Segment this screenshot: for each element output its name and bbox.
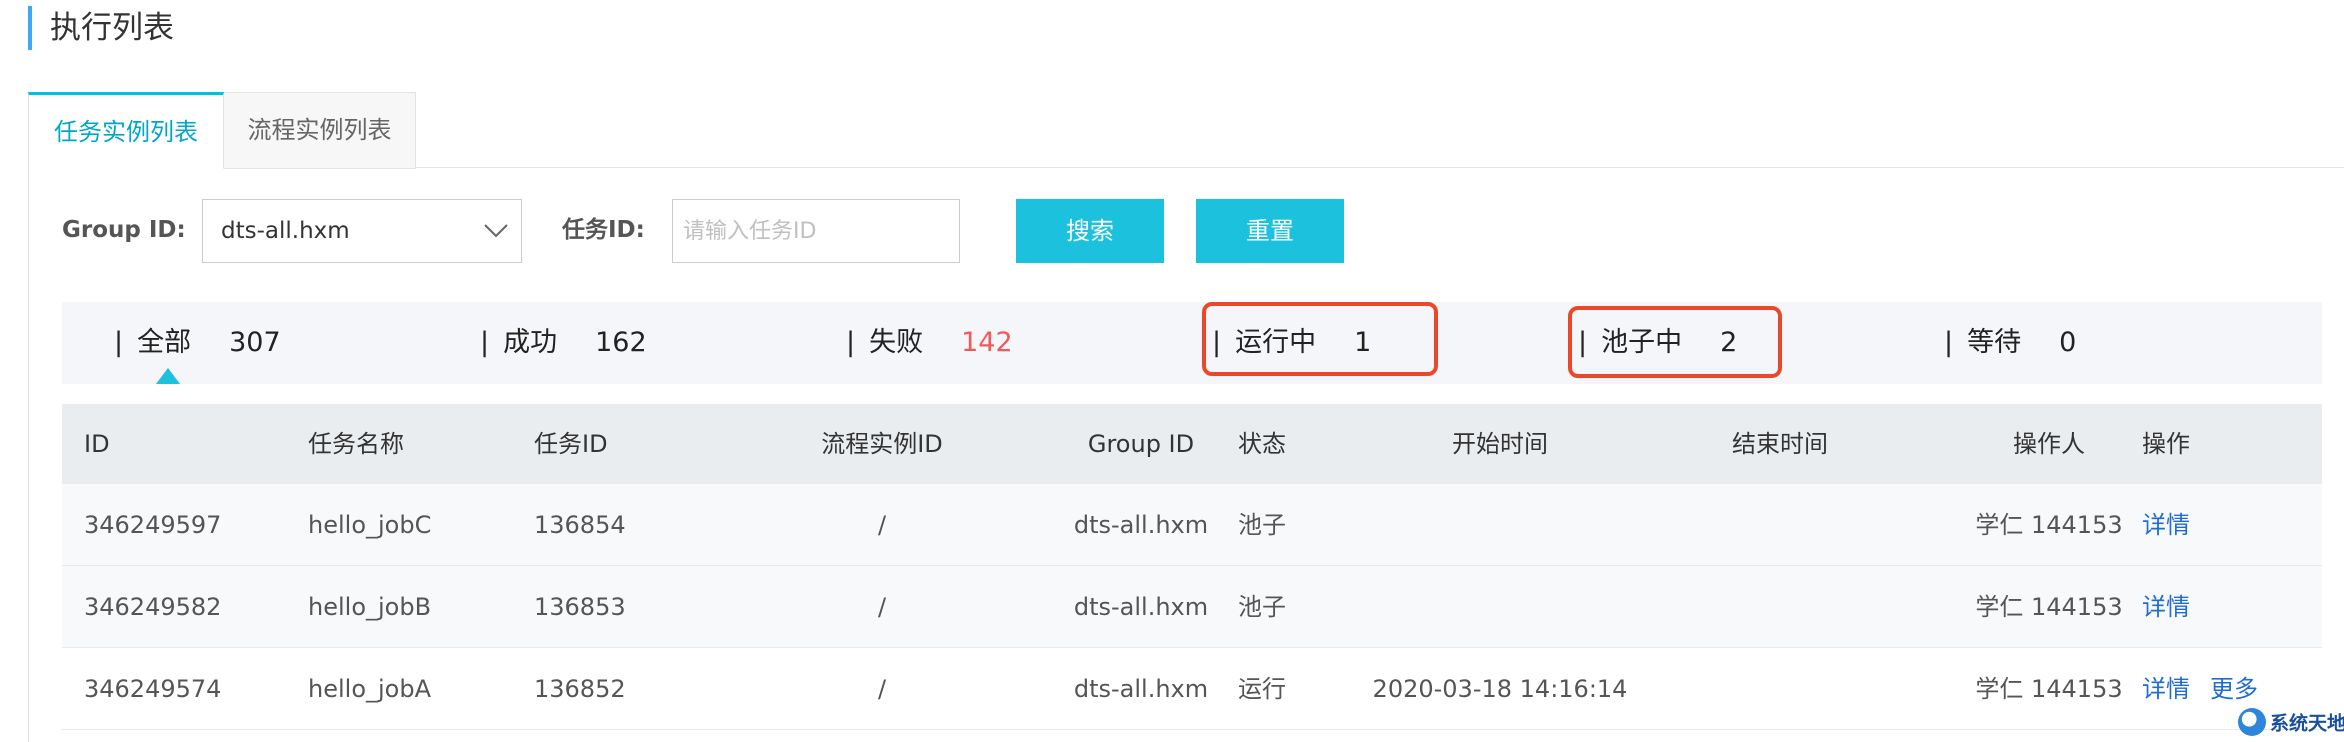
group-id-select[interactable]: dts-all.hxm xyxy=(202,199,522,263)
details-link[interactable]: 详情 xyxy=(2142,675,2190,703)
cell-task-id: 136854 xyxy=(534,511,626,539)
column-header: 流程实例ID xyxy=(821,430,943,458)
table-row: 346249582 hello_jobB 136853 / dts-all.hx… xyxy=(62,566,2322,648)
cell-flow-id: / xyxy=(877,593,887,621)
group-id-label: Group ID: xyxy=(62,217,186,243)
cell-task-id: 136852 xyxy=(534,675,626,703)
group-id-value: dts-all.hxm xyxy=(221,218,350,244)
status-count: 162 xyxy=(595,327,647,358)
status-filter-success[interactable]: | 成功 162 xyxy=(480,302,647,384)
column-header: 任务名称 xyxy=(308,430,404,458)
cell-task-id: 136853 xyxy=(534,593,626,621)
cell-task-name: hello_jobC xyxy=(308,511,432,539)
cell-flow-id: / xyxy=(877,675,887,703)
cell-actions: 详情 xyxy=(2142,484,2210,566)
table-header: ID 任务名称 任务ID 流程实例ID Group ID 状态 开始时间 结束时… xyxy=(62,404,2322,484)
cell-id: 346249574 xyxy=(84,675,222,703)
page-title: 执行列表 xyxy=(28,6,174,50)
cell-actions: 详情 xyxy=(2142,566,2210,648)
cell-status: 运行 xyxy=(1238,675,1286,703)
search-button[interactable]: 搜索 xyxy=(1016,199,1164,263)
status-filter-wait[interactable]: | 等待 0 xyxy=(1944,302,2076,384)
status-count: 307 xyxy=(229,327,281,358)
status-count: 142 xyxy=(961,327,1013,358)
cell-id: 346249582 xyxy=(84,593,222,621)
details-link[interactable]: 详情 xyxy=(2142,511,2190,539)
tab-bar: 任务实例列表 流程实例列表 xyxy=(28,92,2344,169)
tab-task-instances[interactable]: 任务实例列表 xyxy=(28,92,224,169)
table-row: 346249574 hello_jobA 136852 / dts-all.hx… xyxy=(62,648,2322,730)
column-header: 状态 xyxy=(1238,430,1286,458)
highlight-box-running xyxy=(1202,302,1438,376)
cell-operator: 学仁 144153 xyxy=(1975,675,2123,703)
cell-group-id: dts-all.hxm xyxy=(1073,675,1209,703)
status-count: 0 xyxy=(2059,327,2077,358)
status-name: 成功 xyxy=(503,327,558,358)
cell-id: 346249597 xyxy=(84,511,222,539)
cell-status: 池子 xyxy=(1238,593,1286,621)
chevron-down-icon xyxy=(484,224,508,238)
task-instance-table: ID 任务名称 任务ID 流程实例ID Group ID 状态 开始时间 结束时… xyxy=(62,404,2322,730)
globe-icon xyxy=(2238,708,2266,736)
status-name: 失败 xyxy=(869,327,924,358)
reset-button[interactable]: 重置 xyxy=(1196,199,1344,263)
column-header: 操作人 xyxy=(2013,430,2085,458)
cell-task-name: hello_jobB xyxy=(308,593,432,621)
highlight-box-pool xyxy=(1568,306,1782,378)
more-link[interactable]: 更多 xyxy=(2210,675,2258,703)
table-row: 346249597 hello_jobC 136854 / dts-all.hx… xyxy=(62,484,2322,566)
column-header: 操作 xyxy=(2142,430,2190,458)
watermark-text: 系统天地 xyxy=(2270,712,2344,735)
cell-operator: 学仁 144153 xyxy=(1975,593,2123,621)
column-header: 开始时间 xyxy=(1452,430,1548,458)
task-id-input[interactable] xyxy=(672,199,960,263)
tab-flow-instances[interactable]: 流程实例列表 xyxy=(224,92,416,169)
active-filter-triangle-icon xyxy=(156,368,180,384)
status-filter-fail[interactable]: | 失败 142 xyxy=(846,302,1013,384)
cell-group-id: dts-all.hxm xyxy=(1073,593,1209,621)
cell-flow-id: / xyxy=(877,511,887,539)
status-summary-bar: | 全部 307 | 成功 162 | 失败 142 | 运行中 1 | 池子中 2 | 等待 0 xyxy=(62,302,2322,384)
cell-start-time: 2020-03-18 14:16:14 xyxy=(1372,675,1628,703)
task-id-label: 任务ID: xyxy=(562,217,645,243)
status-name: 全部 xyxy=(137,327,192,358)
status-name: 等待 xyxy=(1967,327,2022,358)
details-link[interactable]: 详情 xyxy=(2142,593,2190,621)
column-header: 结束时间 xyxy=(1732,430,1828,458)
column-header: 任务ID xyxy=(534,430,608,458)
cell-task-name: hello_jobA xyxy=(308,675,431,703)
column-header: ID xyxy=(84,430,110,458)
column-header: Group ID xyxy=(1087,430,1195,458)
cell-status: 池子 xyxy=(1238,511,1286,539)
cell-group-id: dts-all.hxm xyxy=(1073,511,1209,539)
status-filter-all[interactable]: | 全部 307 xyxy=(114,302,281,384)
watermark-logo: 系统天地 xyxy=(2238,708,2344,742)
cell-operator: 学仁 144153 xyxy=(1975,511,2123,539)
